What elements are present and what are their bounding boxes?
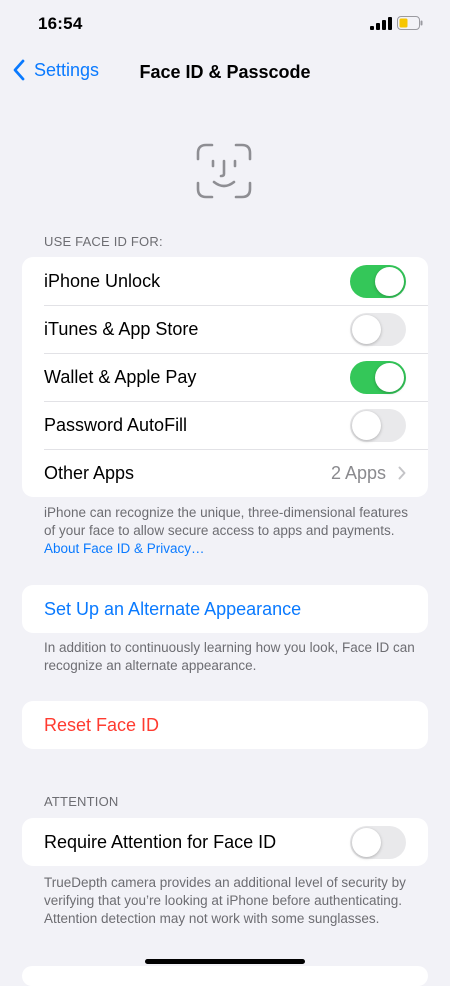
use-face-id-group: iPhone Unlock iTunes & App Store Wallet … — [22, 257, 428, 497]
status-bar: 16:54 — [0, 0, 450, 50]
other-apps-row[interactable]: Other Apps 2 Apps — [22, 449, 428, 497]
require-attention-row: Require Attention for Face ID — [22, 818, 428, 866]
attention-footnote: TrueDepth camera provides an additional … — [44, 875, 406, 926]
face-id-icon — [196, 143, 252, 199]
reset-face-id-button[interactable]: Reset Face ID — [44, 715, 159, 736]
itunes-app-store-toggle[interactable] — [350, 313, 406, 346]
wallet-apple-pay-toggle[interactable] — [350, 361, 406, 394]
toggle-knob — [352, 828, 381, 857]
toggle-knob — [352, 411, 381, 440]
about-face-id-privacy-link[interactable]: About Face ID & Privacy… — [44, 541, 205, 556]
password-autofill-toggle[interactable] — [350, 409, 406, 442]
iphone-unlock-row: iPhone Unlock — [22, 257, 428, 305]
face-id-footnote: iPhone can recognize the unique, three-d… — [44, 504, 416, 558]
home-indicator[interactable] — [145, 959, 305, 964]
wallet-apple-pay-label: Wallet & Apple Pay — [44, 366, 197, 387]
toggle-knob — [375, 363, 404, 392]
wallet-apple-pay-row: Wallet & Apple Pay — [22, 353, 428, 401]
itunes-app-store-label: iTunes & App Store — [44, 318, 199, 339]
face-id-footnote-text: iPhone can recognize the unique, three-d… — [44, 505, 408, 538]
set-up-alternate-appearance-button[interactable]: Set Up an Alternate Appearance — [44, 599, 301, 620]
require-attention-label: Require Attention for Face ID — [44, 831, 277, 852]
other-apps-count: 2 Apps — [330, 462, 386, 483]
page-title: Face ID & Passcode — [139, 62, 311, 82]
other-apps-label: Other Apps — [44, 462, 135, 483]
alternate-appearance-group: Set Up an Alternate Appearance — [22, 585, 428, 633]
reset-face-id-row[interactable]: Reset Face ID — [22, 701, 428, 749]
itunes-app-store-row: iTunes & App Store — [22, 305, 428, 353]
alternate-appearance-footnote: In addition to continuously learning how… — [44, 640, 415, 673]
toggle-knob — [352, 315, 381, 344]
iphone-unlock-label: iPhone Unlock — [44, 270, 161, 291]
attention-header: ATTENTION — [44, 794, 119, 809]
use-face-id-header: USE FACE ID FOR: — [44, 234, 163, 249]
next-group-peek — [22, 966, 428, 986]
reset-group: Reset Face ID — [22, 701, 428, 749]
navigation-bar: Settings Face ID & Passcode — [0, 50, 450, 94]
iphone-unlock-toggle[interactable] — [350, 265, 406, 298]
require-attention-toggle[interactable] — [350, 826, 406, 859]
toggle-knob — [375, 267, 404, 296]
battery-icon — [397, 16, 423, 30]
alternate-appearance-row[interactable]: Set Up an Alternate Appearance — [22, 585, 428, 633]
cellular-signal-icon — [370, 17, 392, 30]
password-autofill-label: Password AutoFill — [44, 414, 188, 435]
status-time: 16:54 — [38, 14, 83, 33]
chevron-right-icon — [398, 466, 406, 480]
password-autofill-row: Password AutoFill — [22, 401, 428, 449]
attention-group: Require Attention for Face ID — [22, 818, 428, 866]
